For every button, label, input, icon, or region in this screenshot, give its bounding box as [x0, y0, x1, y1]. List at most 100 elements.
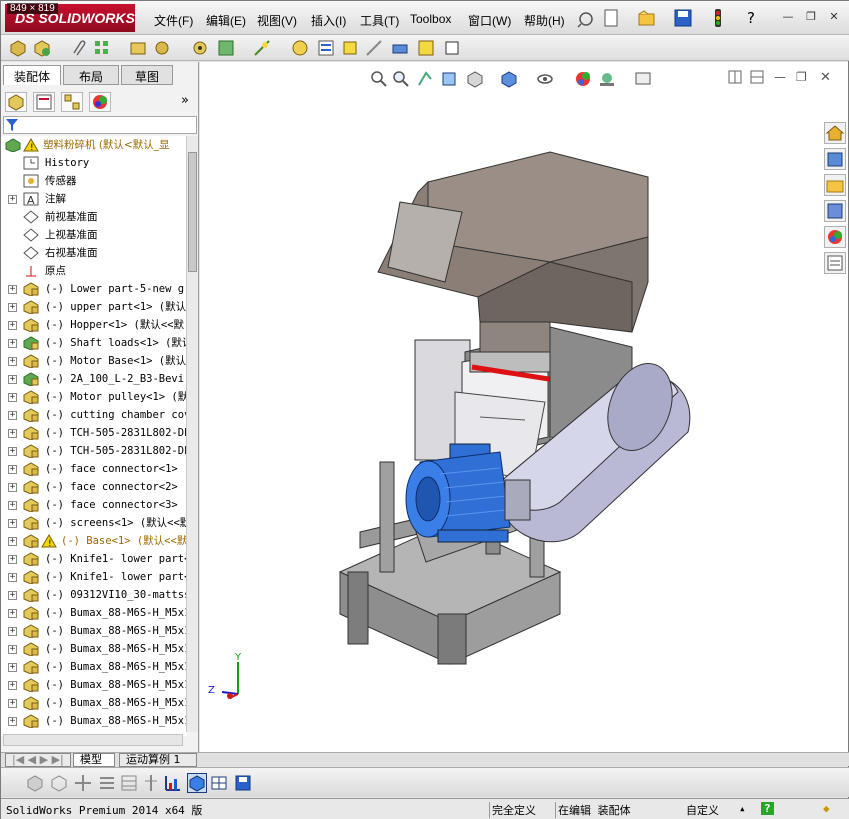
tree-item[interactable]: + (-) face connector<1> (	[1, 460, 187, 478]
help-question-icon[interactable]: ?	[742, 9, 760, 27]
exploded-view-icon[interactable]	[341, 39, 359, 57]
help-status-icon[interactable]: ?	[761, 802, 774, 815]
tree-item[interactable]: + (-) face connector<3> (	[1, 496, 187, 514]
expand-toggle-icon[interactable]: +	[8, 681, 17, 690]
show-hidden-icon[interactable]	[191, 39, 209, 57]
close-button[interactable]: ✕	[828, 11, 840, 23]
expand-toggle-icon[interactable]: +	[8, 429, 17, 438]
tree-item[interactable]: + (-) Bumax_88-M6S-H_M5x1	[1, 712, 187, 730]
rebuild-traffic-light-icon[interactable]	[709, 9, 727, 27]
expand-toggle-icon[interactable]: +	[8, 195, 17, 204]
filter-icon[interactable]	[4, 117, 22, 133]
tree-item[interactable]: 前视基准面	[1, 208, 187, 226]
expand-panel-chevron-icon[interactable]: »	[181, 93, 189, 108]
expand-toggle-icon[interactable]: +	[8, 663, 17, 672]
tab-model[interactable]: 模型	[73, 753, 115, 767]
expand-toggle-icon[interactable]: +	[8, 717, 17, 726]
menu-toolbox[interactable]: Toolbox	[410, 12, 451, 26]
bill-of-materials-icon[interactable]	[317, 39, 335, 57]
tree-item[interactable]: History	[1, 154, 187, 172]
display-manager-icon[interactable]	[89, 92, 111, 112]
menu-help[interactable]: 帮助(H)	[524, 12, 565, 29]
tree-item[interactable]: + (-) Knife1- lower part<	[1, 568, 187, 586]
explode-line-sketch-icon[interactable]	[365, 39, 383, 57]
expand-toggle-icon[interactable]: +	[8, 375, 17, 384]
appearances-scenes-icon[interactable]	[824, 226, 846, 248]
tree-item[interactable]: + (-) TCH-505-2831L802-DE	[1, 442, 187, 460]
move-component-icon[interactable]	[153, 39, 171, 57]
tree-item[interactable]: 上视基准面	[1, 226, 187, 244]
chart-icon[interactable]	[163, 773, 183, 793]
tab-navigation-arrows[interactable]: |◀ ◀ ▶ ▶|	[5, 753, 71, 767]
tree-vertical-scrollbar[interactable]	[186, 136, 198, 732]
cube-view-icon[interactable]	[187, 773, 207, 793]
tree-horizontal-scrollbar[interactable]	[3, 734, 183, 746]
tab-motion-study[interactable]: 运动算例 1	[119, 753, 197, 767]
configuration-manager-icon[interactable]	[61, 92, 83, 112]
open-folder-icon[interactable]	[638, 9, 656, 27]
smart-fasteners-icon[interactable]	[129, 39, 147, 57]
expand-toggle-icon[interactable]: +	[8, 537, 17, 546]
paperclip-icon[interactable]	[69, 39, 87, 57]
expand-toggle-icon[interactable]: +	[8, 447, 17, 456]
design-library-icon[interactable]	[824, 148, 846, 170]
expand-toggle-icon[interactable]: +	[8, 501, 17, 510]
menu-view[interactable]: 视图(V)	[257, 12, 297, 29]
tree-item[interactable]: + (-) Motor Base<1> (默认	[1, 352, 187, 370]
expand-toggle-icon[interactable]: +	[8, 339, 17, 348]
crusher-3d-model[interactable]: Y Z	[200, 62, 848, 752]
units-dropdown-icon[interactable]: ▴	[739, 802, 746, 815]
expand-toggle-icon[interactable]: +	[8, 591, 17, 600]
tree-item[interactable]: + (-) Bumax_88-M6S-H_M5x1	[1, 622, 187, 640]
units-status[interactable]: 自定义	[686, 802, 719, 818]
tree-item[interactable]: + (-) TCH-505-2831L802-DE	[1, 424, 187, 442]
feature-tree-filter[interactable]	[3, 116, 197, 134]
instant3d-icon[interactable]	[443, 39, 461, 57]
component-pattern-icon[interactable]	[93, 39, 111, 57]
quick-tip-tag-icon[interactable]: ◆	[823, 802, 830, 815]
expand-toggle-icon[interactable]: +	[8, 465, 17, 474]
menu-edit[interactable]: 编辑(E)	[206, 12, 246, 29]
tree-item[interactable]: + (-) Motor pulley<1> (默	[1, 388, 187, 406]
tree-item[interactable]: + (-) screens<1> (默认<<默	[1, 514, 187, 532]
solidworks-resources-icon[interactable]	[824, 122, 846, 144]
expand-toggle-icon[interactable]: +	[8, 519, 17, 528]
tree-item[interactable]: + A 注解	[1, 190, 187, 208]
expand-toggle-icon[interactable]: +	[8, 573, 17, 582]
new-motion-study-icon[interactable]	[291, 39, 309, 57]
graphics-area[interactable]: — ❐ ✕ Y Z	[200, 62, 848, 752]
shaded-icon[interactable]	[25, 773, 45, 793]
tree-item[interactable]: + (-) 2A_100_L-2_B3-Bevi-	[1, 370, 187, 388]
menu-window[interactable]: 窗口(W)	[468, 12, 511, 29]
expand-toggle-icon[interactable]: +	[8, 321, 17, 330]
tree-root-assembly[interactable]: ! 塑料粉碎机 (默认<默认_显	[1, 136, 187, 154]
tree-item[interactable]: + (-) Bumax_88-M6S-H_M5x1	[1, 694, 187, 712]
expand-toggle-icon[interactable]: +	[8, 609, 17, 618]
tab-sketch[interactable]: 草图	[121, 65, 173, 85]
tree-item[interactable]: + (-) Bumax_88-M6S-H_M5x1	[1, 676, 187, 694]
save-view-icon[interactable]	[233, 773, 253, 793]
expand-toggle-icon[interactable]: +	[8, 303, 17, 312]
menu-insert[interactable]: 插入(I)	[311, 12, 346, 29]
tree-item[interactable]: + (-) Shaft loads<1> (默认	[1, 334, 187, 352]
save-icon[interactable]	[674, 9, 692, 27]
assembly-features-icon[interactable]	[217, 39, 235, 57]
tree-item[interactable]: + (-) Bumax_88-M6S-H_M5x1	[1, 604, 187, 622]
interference-detection-icon[interactable]	[391, 39, 409, 57]
insert-component-icon[interactable]	[9, 39, 27, 57]
tree-item[interactable]: + (-) cutting chamber cov	[1, 406, 187, 424]
scrollbar-thumb[interactable]	[188, 152, 197, 272]
tree-item[interactable]: 原点	[1, 262, 187, 280]
property-manager-icon[interactable]	[33, 92, 55, 112]
tree-item[interactable]: + (-) Hopper<1> (默认<<默	[1, 316, 187, 334]
table-view-icon[interactable]	[119, 773, 139, 793]
tab-assembly[interactable]: 装配体	[3, 65, 61, 85]
expand-toggle-icon[interactable]: +	[8, 411, 17, 420]
tree-item[interactable]: + (-) 09312VI10_30-mattss	[1, 586, 187, 604]
file-explorer-icon[interactable]	[824, 174, 846, 196]
expand-toggle-icon[interactable]: +	[8, 555, 17, 564]
expand-toggle-icon[interactable]: +	[8, 357, 17, 366]
pin-icon[interactable]	[577, 10, 595, 28]
tree-item[interactable]: + (-) Lower part-5-new gr	[1, 280, 187, 298]
mate-icon[interactable]	[33, 39, 51, 57]
